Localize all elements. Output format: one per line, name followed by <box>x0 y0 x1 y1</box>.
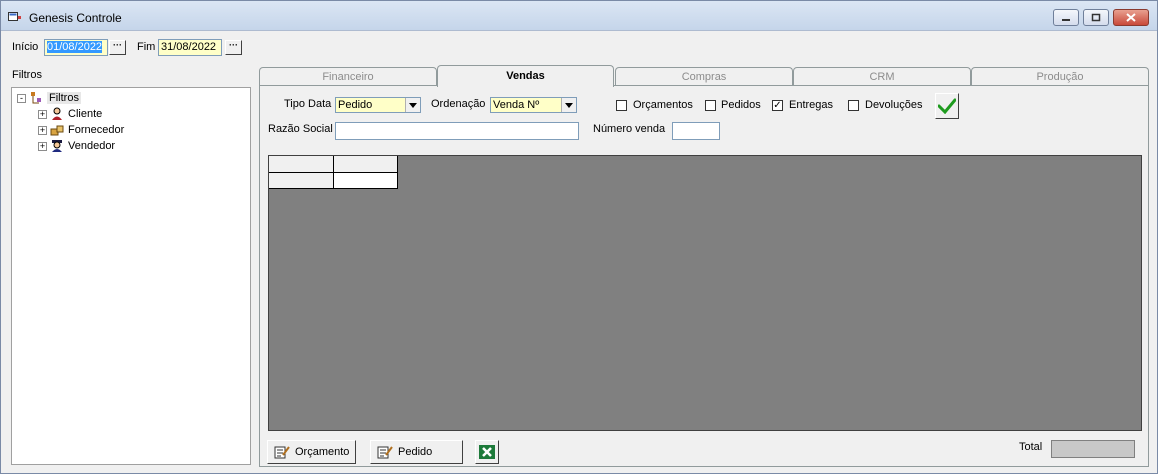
tipo-data-value: Pedido <box>338 99 373 111</box>
tab-vendas[interactable]: Vendas <box>437 65 614 87</box>
pedido-button[interactable]: Pedido <box>370 440 463 464</box>
tree-item-label: Cliente <box>68 108 103 120</box>
tree-item-label: Vendedor <box>68 140 116 152</box>
close-icon <box>1126 13 1136 22</box>
title-bar[interactable]: Genesis Controle <box>1 1 1157 31</box>
supplier-icon <box>50 125 64 136</box>
pedido-label: Pedido <box>398 446 433 458</box>
numero-venda-label: Número venda <box>593 123 666 135</box>
tab-crm[interactable]: CRM <box>793 67 971 87</box>
ordenacao-select[interactable]: Venda Nº <box>490 97 577 113</box>
razao-social-label: Razão Social <box>268 123 333 135</box>
end-date-label: Fim <box>137 41 156 53</box>
entregas-checkbox[interactable]: ✓ <box>772 100 783 111</box>
pedidos-label: Pedidos <box>721 99 761 111</box>
tipo-data-select[interactable]: Pedido <box>335 97 421 113</box>
tree-item-cliente[interactable]: + Cliente <box>38 106 102 122</box>
devolucoes-label: Devoluções <box>865 99 923 111</box>
grid-data-cell[interactable] <box>334 173 398 189</box>
start-date-label: Início <box>12 41 39 53</box>
client-icon <box>52 107 62 120</box>
tree-item-vendedor[interactable]: + Vendedor <box>38 138 115 154</box>
sales-grid[interactable] <box>268 155 1142 431</box>
tree-item-fornecedor[interactable]: + Fornecedor <box>38 122 124 138</box>
ordenacao-value: Venda Nº <box>493 99 540 111</box>
tree-item-label: Filtros <box>47 92 81 104</box>
orcamento-button[interactable]: Orçamento <box>267 440 356 464</box>
end-date-picker-button[interactable]: ··· <box>225 40 242 55</box>
apply-filters-button[interactable] <box>935 93 959 119</box>
tree-root-filtros[interactable]: - Filtros <box>17 90 81 106</box>
tree-item-label: Fornecedor <box>68 124 125 136</box>
expand-toggle[interactable]: + <box>38 125 47 135</box>
filters-section-label: Filtros <box>12 69 42 81</box>
end-date-value: 31/08/2022 <box>161 41 217 53</box>
grid-corner-cell <box>269 156 334 173</box>
app-window: Genesis Controle Início 01/08/2022 ··· F… <box>0 0 1158 474</box>
devolucoes-checkbox[interactable] <box>848 100 859 111</box>
tab-compras[interactable]: Compras <box>615 67 793 87</box>
tipo-data-label: Tipo Data <box>284 98 332 110</box>
orcamentos-label: Orçamentos <box>633 99 693 111</box>
total-value-field <box>1051 440 1135 458</box>
tab-producao[interactable]: Produção <box>971 67 1149 87</box>
expand-toggle[interactable]: + <box>38 141 47 151</box>
start-date-picker-button[interactable]: ··· <box>109 40 126 55</box>
restore-button[interactable] <box>1083 9 1109 26</box>
grid-row-header-cell[interactable] <box>269 173 334 189</box>
filters-tree[interactable]: - Filtros + Cliente + Fornecedor + Vende… <box>11 87 251 465</box>
close-button[interactable] <box>1113 9 1149 26</box>
checkmark-icon <box>938 98 956 114</box>
chevron-down-icon <box>561 98 576 112</box>
app-icon <box>8 12 21 21</box>
start-date-field[interactable]: 01/08/2022 <box>44 39 108 56</box>
minimize-button[interactable] <box>1053 9 1079 26</box>
seller-icon <box>52 140 62 152</box>
expand-toggle[interactable]: + <box>38 109 47 119</box>
window-title: Genesis Controle <box>29 11 122 25</box>
tab-financeiro[interactable]: Financeiro <box>259 67 437 87</box>
razao-social-input[interactable] <box>335 122 579 140</box>
end-date-field[interactable]: 31/08/2022 <box>158 39 222 56</box>
export-excel-button[interactable] <box>475 440 499 464</box>
start-date-value: 01/08/2022 <box>47 41 103 53</box>
entregas-label: Entregas <box>789 99 834 111</box>
grid-header-cell[interactable] <box>334 156 398 173</box>
collapse-toggle[interactable]: - <box>17 93 26 103</box>
orcamento-label: Orçamento <box>295 446 350 458</box>
ordenacao-label: Ordenação <box>431 98 486 110</box>
total-label: Total <box>1019 441 1043 453</box>
restore-icon <box>1091 13 1101 22</box>
minimize-icon <box>1062 18 1070 21</box>
document-edit-icon <box>377 446 393 459</box>
orcamentos-checkbox[interactable] <box>616 100 627 111</box>
filter-root-icon <box>31 92 41 104</box>
chevron-down-icon <box>405 98 420 112</box>
excel-icon <box>479 445 495 459</box>
document-edit-icon <box>274 446 290 459</box>
pedidos-checkbox[interactable] <box>705 100 716 111</box>
numero-venda-input[interactable] <box>672 122 720 140</box>
